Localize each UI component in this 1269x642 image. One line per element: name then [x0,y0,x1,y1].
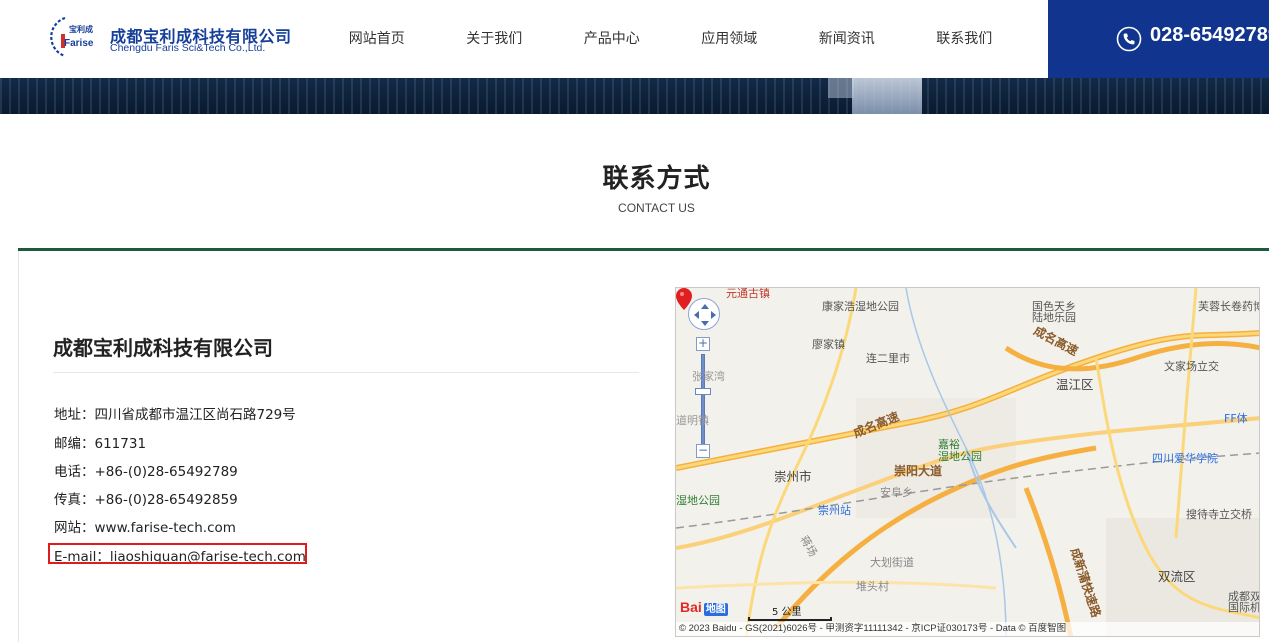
map-label-wenjiang: 温江区 [1056,377,1094,392]
section-subtitle: CONTACT US [618,201,695,215]
baidu-map-badge: 地图 [703,603,728,616]
map-label-chongzhou-station: 崇州站 [818,504,851,517]
nav-applications[interactable]: 应用领域 [671,0,789,78]
contact-fax: 传真：+86-(0)28-65492859 [54,492,238,508]
contact-postcode: 邮编：611731 [54,436,147,452]
map-label-duitou: 堆头村 [856,580,889,593]
map-label-shuangliu: 双流区 [1158,569,1196,584]
map-label-wenjiachang: 文家场立交 [1164,360,1219,373]
logo-company-en: Chengdu Faris Sci&Tech Co.,Ltd. [110,42,266,54]
banner-background [0,78,1269,114]
logo-mark-icon: 宝利成 Farise [50,16,94,58]
map-label-ff: FF体 [1224,412,1248,425]
phone-banner[interactable]: 028-65492789 [1048,0,1269,78]
banner-figure [852,78,922,114]
logo-mark-text: 宝利成 [69,24,93,34]
map-scale-label: 5 公里 [772,607,802,618]
logo-mark-brand: Farise [64,38,94,49]
section-title-block: 联系方式 CONTACT US [0,158,1269,215]
location-pin-icon[interactable] [676,288,692,310]
nav-products[interactable]: 产品中心 [553,0,671,78]
contact-website[interactable]: 网站：www.farise-tech.com [54,516,236,536]
nav-home[interactable]: 网站首页 [318,0,436,78]
map-label-chongyang: 崇阳大道 [894,464,943,478]
phone-number: 028-65492789 [1150,24,1269,46]
map-pan-control[interactable] [688,298,720,330]
nav-about[interactable]: 关于我们 [436,0,554,78]
zoom-in-button[interactable]: + [696,337,710,351]
baidu-logo-text: Bai [680,599,702,615]
nav-news[interactable]: 新闻资讯 [788,0,906,78]
baidu-map[interactable]: + − 元通古镇 康家浩湿地公园 国色天乡 陆地乐园 芙蓉长卷药博 廖家镇 连二… [675,287,1260,637]
banner-figure-shadow [828,78,854,98]
zoom-slider-thumb[interactable] [695,388,711,395]
map-label-yuantong: 元通古镇 [726,287,770,300]
baidu-logo: Bai 地图 [680,599,728,616]
site-header: 宝利成 Farise 成都宝利成科技有限公司 Chengdu Faris Sci… [0,0,1269,78]
hero-banner-strip [0,78,1269,114]
map-label-shidi: 湿地公园 [676,494,720,507]
map-label-chongzhou: 崇州市 [774,469,812,484]
map-label-daoming: 道明镇 [676,414,709,427]
map-label-sichuan-ai: 四川爱华学院 [1152,452,1218,465]
nav-contact[interactable]: 联系我们 [906,0,1024,78]
section-title: 联系方式 [602,164,711,194]
map-label-guojichang: 国际机 [1228,601,1260,614]
map-label-dahua: 大划街道 [870,556,914,569]
company-underline [53,372,639,373]
zoom-out-button[interactable]: − [696,444,710,458]
email-highlight-box [48,543,307,564]
contact-address: 地址：四川省成都市温江区尚石路729号 [54,407,296,423]
map-label-jiayu2: 湿地公园 [938,450,982,463]
map-label-furong: 芙蓉长卷药博 [1198,300,1260,313]
company-logo[interactable]: 宝利成 Farise 成都宝利成科技有限公司 Chengdu Faris Sci… [47,14,307,64]
map-copyright: © 2023 Baidu - GS(2021)6026号 - 甲测资字11111… [676,622,1259,636]
contact-phone: 电话：+86-(0)28-65492789 [54,464,238,480]
map-scale-bar [748,617,832,621]
map-zoom-control [688,298,720,330]
map-label-kangjia: 康家浩湿地公园 [822,300,899,313]
map-label-jieshe: 搜待寺立交桥 [1186,508,1252,521]
map-label-zhangjiawan: 张家湾 [692,370,725,383]
map-label-liaojia: 廖家镇 [812,338,845,351]
map-label-lianer: 连二里市 [866,352,910,365]
contact-company-name: 成都宝利成科技有限公司 [53,336,273,360]
phone-icon [1116,26,1142,52]
map-label-anfu: 安阜乡 [880,486,913,499]
main-nav: 网站首页 关于我们 产品中心 应用领域 新闻资讯 联系我们 [318,0,1023,78]
pan-arrows-icon [694,304,716,326]
